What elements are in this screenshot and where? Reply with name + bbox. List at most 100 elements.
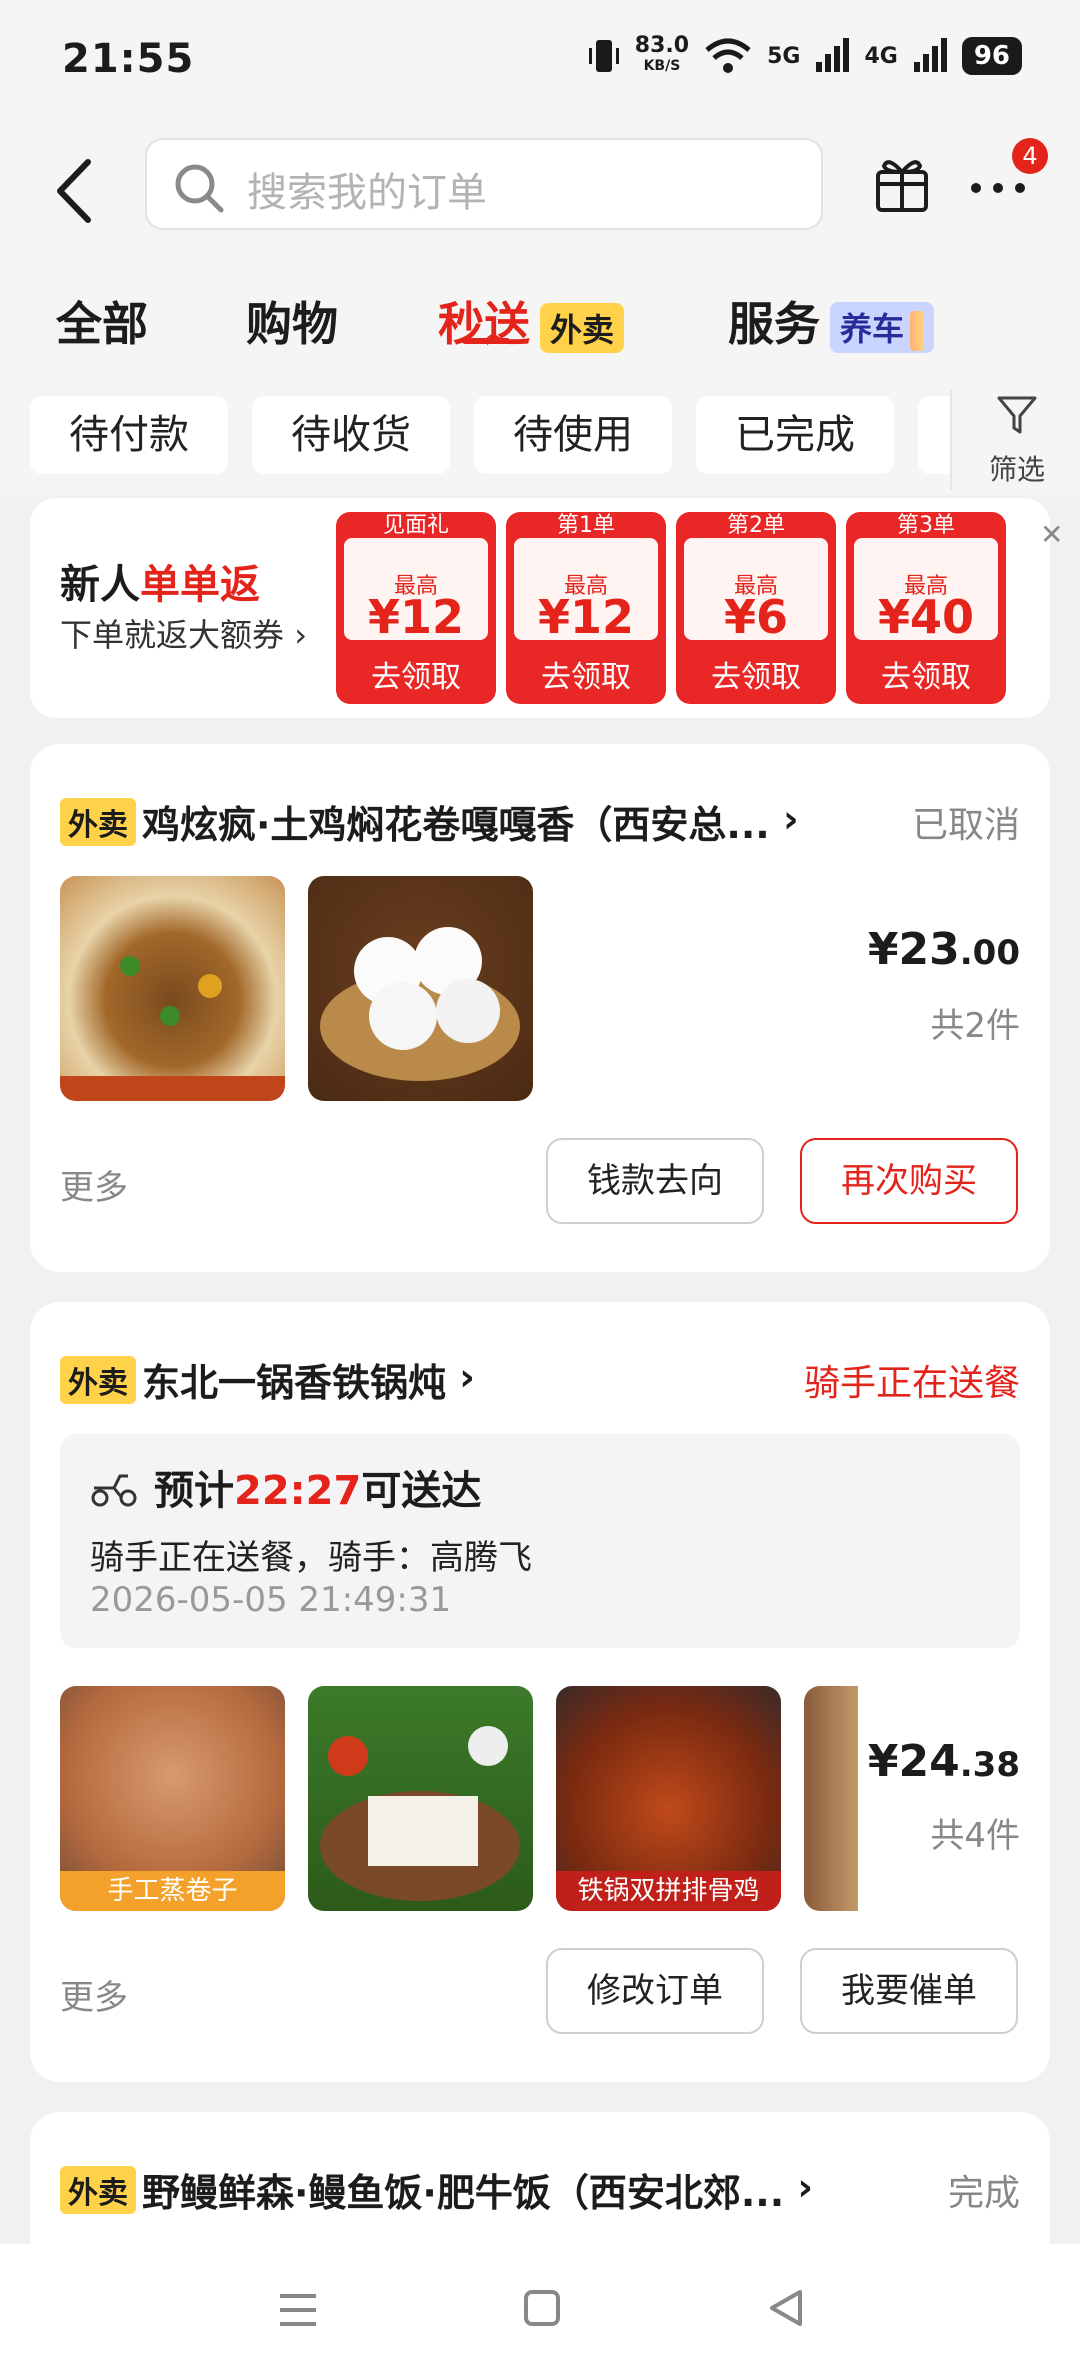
signal-icon-2 <box>913 38 947 72</box>
active-tab-indicator <box>462 338 510 344</box>
store-name-row[interactable]: 外卖 鸡炫疯·土鸡焖花卷嘎嘎香（西安总... › <box>60 794 799 849</box>
filter-pending-receipt[interactable]: 待收货 <box>252 396 450 474</box>
home-icon[interactable] <box>522 2288 562 2328</box>
takeout-tag: 外卖 <box>540 302 625 353</box>
order-status: 骑手正在送餐 <box>803 1363 1020 1404</box>
signal-4g-label: 4G <box>864 43 898 69</box>
product-thumbnail[interactable] <box>308 1686 533 1911</box>
takeout-tag: 外卖 <box>60 797 136 846</box>
signal-5g-label: 5G <box>767 43 801 69</box>
chevron-right-icon: › <box>782 797 799 841</box>
filter-completed[interactable]: 已完成 <box>696 396 894 474</box>
top-bar: 搜索我的订单 4 <box>0 120 1080 270</box>
coupon-head: 见面礼 <box>382 513 449 538</box>
product-thumbnail[interactable] <box>60 876 285 1101</box>
more-link[interactable]: 更多 <box>60 1160 128 1209</box>
more-options-icon[interactable] <box>968 180 1028 196</box>
clock: 21:55 <box>62 36 195 82</box>
more-link[interactable]: 更多 <box>60 1970 128 2019</box>
store-name: 东北一锅香铁锅炖 <box>142 1361 447 1405</box>
coupon-claim: 去领取 <box>881 660 971 695</box>
coupon-amount: ¥12 <box>367 590 465 644</box>
takeout-tag: 外卖 <box>60 1355 136 1404</box>
tab-shopping[interactable]: 购物 <box>246 288 338 354</box>
eta-text: 预计22:27可送达 <box>154 1468 482 1514</box>
filter-pending-use[interactable]: 待使用 <box>474 396 672 474</box>
refund-status-button[interactable]: 钱款去向 <box>546 1138 764 1224</box>
menu-icon[interactable] <box>276 2290 320 2330</box>
order-card[interactable]: 外卖 鸡炫疯·土鸡焖花卷嘎嘎香（西安总... › 已取消 ¥23.00 共2件 更… <box>30 744 1050 1272</box>
store-name-row[interactable]: 外卖 东北一锅香铁锅炖 › <box>60 1352 475 1407</box>
car-care-tag: 养车 <box>830 302 935 353</box>
order-card[interactable]: 外卖 东北一锅香铁锅炖 › 骑手正在送餐 预计22:27可送达 骑手正在送餐，骑手… <box>30 1302 1050 2082</box>
filter-pending-payment[interactable]: 待付款 <box>30 396 228 474</box>
product-thumbnail[interactable] <box>308 876 533 1101</box>
order-status: 完成 <box>947 2173 1020 2214</box>
back-arrow-icon[interactable] <box>50 156 100 226</box>
order-timestamp: 2026-05-05 21:49:31 <box>90 1580 452 1620</box>
net-speed: 83.0 KB/S <box>634 33 690 75</box>
new-user-promo-banner[interactable]: 新人单单返 下单就返大额券 › 见面礼 最高 ¥12 去领取 第1单 最高 ¥12 … <box>30 498 1063 718</box>
order-price: ¥24.38 <box>867 1736 1020 1787</box>
battery-indicator: 96 <box>961 37 1022 75</box>
back-triangle-icon[interactable] <box>766 2288 806 2328</box>
coupon-amount: ¥40 <box>877 590 975 644</box>
item-count: 共4件 <box>930 1816 1020 1856</box>
status-bar: 21:55 83.0 KB/S 5G 4G 96 <box>0 0 1080 120</box>
product-thumbnail[interactable] <box>804 1686 858 1911</box>
urge-order-button[interactable]: 我要催单 <box>800 1948 1018 2034</box>
item-count: 共2件 <box>930 1006 1020 1046</box>
order-price: ¥23.00 <box>867 924 1020 975</box>
wifi-icon <box>705 38 751 73</box>
coupon-claim: 去领取 <box>711 660 801 695</box>
status-filter-bar: 待付款 待收货 待使用 已完成 筛选 <box>0 380 1080 495</box>
product-thumbnail[interactable]: 手工蒸卷子 <box>60 1686 285 1911</box>
signal-icon <box>816 38 850 72</box>
food-image <box>320 927 520 1081</box>
food-image <box>60 956 285 1101</box>
rider-info: 骑手正在送餐，骑手：高腾飞 <box>90 1538 532 1578</box>
vibrate-icon <box>588 40 619 72</box>
gift-icon[interactable] <box>872 150 932 214</box>
promo-title: 新人单单返 <box>60 562 260 608</box>
modify-order-button[interactable]: 修改订单 <box>546 1948 764 2034</box>
coupon-card[interactable]: 第2单 最高 ¥6 去领取 <box>676 512 836 704</box>
store-name-row[interactable]: 外卖 野鳗鲜森·鳗鱼饭·肥牛饭（西安北郊... › <box>60 2162 813 2217</box>
delivery-info-panel[interactable]: 预计22:27可送达 骑手正在送餐，骑手：高腾飞 2026-05-05 21:4… <box>60 1434 1020 1648</box>
scooter-icon <box>91 1474 137 1507</box>
coupon-card[interactable]: 第1单 最高 ¥12 去领取 <box>506 512 666 704</box>
tab-services-label: 服务 <box>728 297 820 351</box>
coupon-head: 第1单 <box>557 513 615 538</box>
filter-button[interactable]: 筛选 <box>950 390 1080 490</box>
coupon-head: 第2单 <box>727 513 785 538</box>
order-status: 已取消 <box>911 805 1020 846</box>
thumb-caption: 铁锅双拼排骨鸡 <box>556 1871 781 1911</box>
coupon-head: 第3单 <box>897 513 955 538</box>
tab-all[interactable]: 全部 <box>56 288 148 354</box>
coupon-claim: 去领取 <box>541 660 631 695</box>
store-name: 野鳗鲜森·鳗鱼饭·肥牛饭（西安北郊... <box>142 2171 785 2215</box>
tab-quick-delivery[interactable]: 秒送 外卖 <box>438 288 625 354</box>
search-input[interactable]: 搜索我的订单 <box>145 138 823 230</box>
search-placeholder: 搜索我的订单 <box>247 170 487 216</box>
search-icon <box>175 164 224 213</box>
coupon-card[interactable]: 见面礼 最高 ¥12 去领取 <box>336 512 496 704</box>
product-thumbnail[interactable]: 铁锅双拼排骨鸡 <box>556 1686 781 1911</box>
notification-badge: 4 <box>1012 138 1048 174</box>
funnel-icon <box>997 396 1037 434</box>
tab-services[interactable]: 服务 养车 <box>728 288 935 354</box>
thumb-caption: 手工蒸卷子 <box>60 1871 285 1911</box>
coupon-claim: 去领取 <box>371 660 461 695</box>
coupon-amount: ¥12 <box>537 590 635 644</box>
chevron-right-icon: › <box>797 2165 814 2209</box>
reorder-button[interactable]: 再次购买 <box>800 1138 1018 1224</box>
food-image <box>320 1726 520 1901</box>
status-icons: 83.0 KB/S 5G 4G 96 <box>587 33 1022 76</box>
filter-label: 筛选 <box>988 453 1045 486</box>
order-type-tabs: 全部 购物 秒送 外卖 服务 养车 <box>0 270 1080 380</box>
coupon-card[interactable]: 第3单 最高 ¥40 去领取 <box>846 512 1006 704</box>
close-promo-icon[interactable]: ✕ <box>1040 518 1063 551</box>
chevron-right-icon: › <box>459 1355 475 1399</box>
promo-subtitle: 下单就返大额券 › <box>60 616 307 654</box>
store-name: 鸡炫疯·土鸡焖花卷嘎嘎香（西安总... <box>142 803 770 847</box>
